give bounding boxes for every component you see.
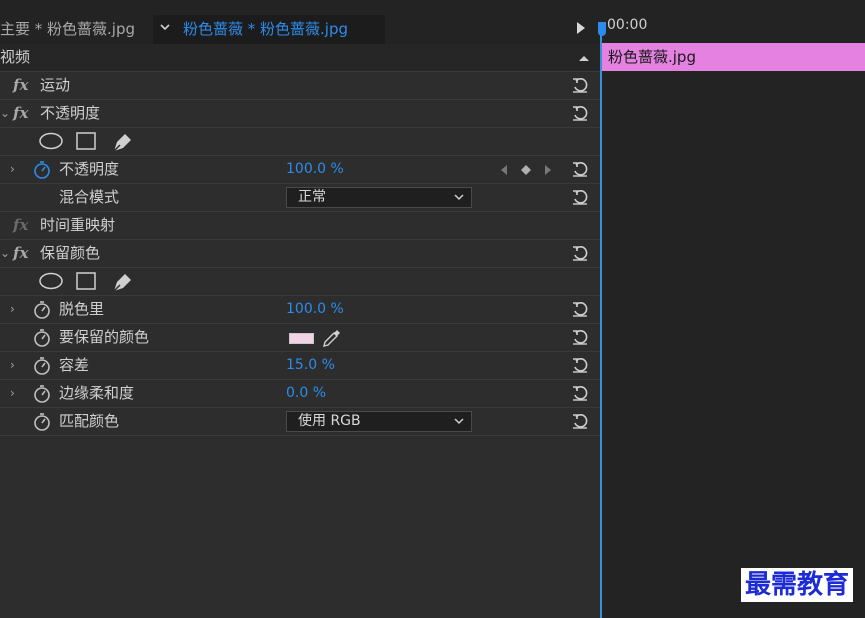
- stopwatch-icon[interactable]: [32, 412, 52, 432]
- reset-icon[interactable]: [571, 104, 589, 122]
- param-blend-mode: 混合模式 正常: [0, 184, 600, 212]
- chevron-down-icon[interactable]: [159, 15, 171, 44]
- effect-leave-color[interactable]: ⌄ fx 保留颜色: [0, 240, 600, 268]
- expand-arrow-icon[interactable]: ⌄: [0, 100, 10, 127]
- param-tolerance[interactable]: › 容差 15.0 %: [0, 352, 600, 380]
- expand-arrow-icon[interactable]: ›: [10, 352, 15, 379]
- expand-arrow-icon[interactable]: ›: [10, 380, 15, 407]
- chevron-down-icon: [454, 194, 464, 201]
- section-video-header[interactable]: 视频: [0, 44, 600, 72]
- reset-icon[interactable]: [571, 300, 589, 318]
- effect-opacity[interactable]: ⌄ fx 不透明度: [0, 100, 600, 128]
- pen-mask-icon[interactable]: [110, 131, 134, 153]
- active-tab-label: 粉色蔷薇 * 粉色蔷薇.jpg: [183, 20, 349, 38]
- pen-mask-icon[interactable]: [110, 271, 134, 293]
- reset-icon[interactable]: [571, 356, 589, 374]
- param-label: 容差: [59, 356, 90, 374]
- effect-controls-panel: 主要 * 粉色蔷薇.jpg 粉色蔷薇 * 粉色蔷薇.jpg 视频 fx 运动 ⌄…: [0, 0, 600, 618]
- reset-icon[interactable]: [571, 76, 589, 94]
- param-amount[interactable]: › 脱色里 100.0 %: [0, 296, 600, 324]
- collapse-up-icon[interactable]: [578, 54, 590, 62]
- effect-label: 时间重映射: [40, 216, 116, 234]
- param-opacity[interactable]: › 不透明度 100.0 %: [0, 156, 600, 184]
- stopwatch-icon[interactable]: [32, 356, 52, 376]
- fx-icon[interactable]: fx: [13, 100, 28, 127]
- param-label: 混合模式: [59, 188, 120, 206]
- match-colors-select[interactable]: 使用 RGB: [286, 411, 472, 432]
- param-label: 不透明度: [59, 160, 120, 178]
- param-label: 脱色里: [59, 300, 105, 318]
- effect-time-remapping[interactable]: fx 时间重映射: [0, 212, 600, 240]
- param-label: 要保留的颜色: [59, 328, 150, 346]
- reset-icon[interactable]: [571, 328, 589, 346]
- rectangle-mask-icon[interactable]: [75, 271, 97, 291]
- mask-tools-row: [0, 128, 600, 156]
- rectangle-mask-icon[interactable]: [75, 131, 97, 151]
- blend-mode-select[interactable]: 正常: [286, 187, 472, 208]
- stopwatch-icon[interactable]: [32, 384, 52, 404]
- fx-icon[interactable]: fx: [13, 240, 28, 267]
- timeline-panel: 00:00 粉色蔷薇.jpg: [598, 0, 865, 618]
- fx-icon: fx: [13, 216, 29, 234]
- select-value: 正常: [298, 189, 326, 205]
- eyedropper-icon[interactable]: [321, 328, 343, 348]
- param-value[interactable]: 100.0 %: [286, 156, 344, 183]
- param-label: 匹配颜色: [59, 412, 120, 430]
- tab-main-clip[interactable]: 主要 * 粉色蔷薇.jpg: [0, 15, 135, 44]
- ellipse-mask-icon[interactable]: [38, 131, 64, 151]
- param-match-colors: 匹配颜色 使用 RGB: [0, 408, 600, 436]
- reset-icon[interactable]: [571, 188, 589, 206]
- keyframe-navigator[interactable]: [498, 162, 554, 178]
- effect-label: 运动: [40, 76, 71, 94]
- effect-label: 保留颜色: [40, 244, 101, 262]
- time-ruler[interactable]: 00:00: [600, 15, 865, 57]
- stopwatch-icon[interactable]: [32, 328, 52, 348]
- clip-label: 粉色蔷薇.jpg: [608, 48, 696, 66]
- param-edge-softness[interactable]: › 边缘柔和度 0.0 %: [0, 380, 600, 408]
- effect-motion[interactable]: fx 运动: [0, 72, 600, 100]
- stopwatch-icon[interactable]: [32, 160, 52, 180]
- select-value: 使用 RGB: [298, 413, 361, 429]
- tab-active-clip[interactable]: 粉色蔷薇 * 粉色蔷薇.jpg: [153, 15, 385, 44]
- param-value[interactable]: 15.0 %: [286, 352, 335, 379]
- stopwatch-icon[interactable]: [32, 300, 52, 320]
- effects-list: 视频 fx 运动 ⌄ fx 不透明度 › 不透明度 100.0 % 混合模式 正…: [0, 44, 600, 618]
- play-arrow-icon[interactable]: [577, 22, 585, 34]
- chevron-down-icon: [454, 418, 464, 425]
- param-color-to-leave: 要保留的颜色: [0, 324, 600, 352]
- tab-bar: 主要 * 粉色蔷薇.jpg 粉色蔷薇 * 粉色蔷薇.jpg: [0, 15, 600, 44]
- param-label: 边缘柔和度: [59, 384, 135, 402]
- mask-tools-row: [0, 268, 600, 296]
- expand-arrow-icon[interactable]: ⌄: [0, 240, 10, 267]
- section-title: 视频: [0, 48, 31, 66]
- reset-icon[interactable]: [571, 160, 589, 178]
- timeline-clip[interactable]: 粉色蔷薇.jpg: [600, 43, 865, 71]
- color-swatch[interactable]: [289, 333, 314, 344]
- reset-icon[interactable]: [571, 412, 589, 430]
- playhead-handle[interactable]: [598, 22, 606, 36]
- param-value[interactable]: 100.0 %: [286, 296, 344, 323]
- watermark: 最需教育: [741, 568, 854, 602]
- ellipse-mask-icon[interactable]: [38, 271, 64, 291]
- effect-label: 不透明度: [40, 104, 101, 122]
- expand-arrow-icon[interactable]: ›: [10, 296, 15, 323]
- reset-icon[interactable]: [571, 244, 589, 262]
- reset-icon[interactable]: [571, 384, 589, 402]
- expand-arrow-icon[interactable]: ›: [10, 156, 15, 183]
- playhead-line[interactable]: [600, 22, 602, 618]
- param-value[interactable]: 0.0 %: [286, 380, 326, 407]
- fx-icon[interactable]: fx: [13, 72, 28, 99]
- timecode: 00:00: [607, 17, 648, 33]
